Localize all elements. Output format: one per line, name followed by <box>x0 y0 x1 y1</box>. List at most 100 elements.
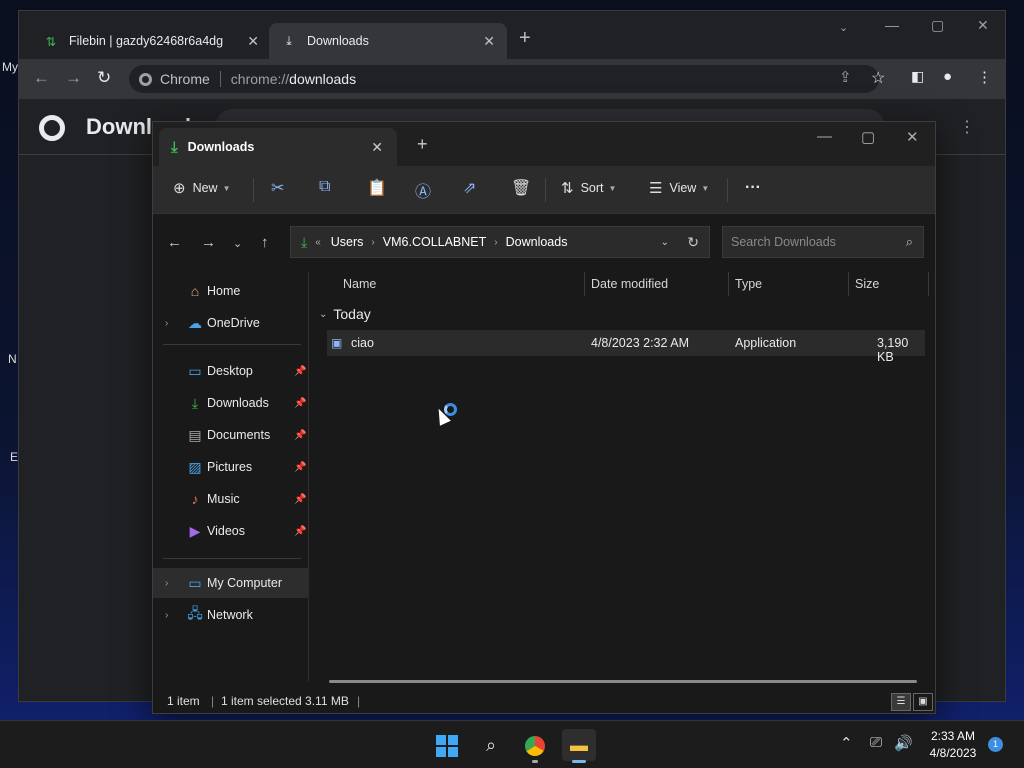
desktop-icon-label[interactable]: N <box>8 352 17 366</box>
rename-icon[interactable]: Ⓐ <box>415 178 431 202</box>
maximize-icon[interactable]: ▢ <box>861 128 875 146</box>
tiles-view-icon[interactable]: ▣ <box>913 693 933 711</box>
column-header-date[interactable]: Date modified <box>591 272 668 296</box>
group-header-today[interactable]: ⌄ Today <box>319 306 371 322</box>
nav-videos[interactable]: ▶ Videos 📌 <box>153 516 309 546</box>
menu-kebab-icon[interactable]: ⋮ <box>977 68 992 86</box>
view-button[interactable]: ☰ View ▼ <box>649 179 709 197</box>
explorer-tab-downloads[interactable]: ⤓ Downloads ✕ <box>159 128 397 166</box>
search-downloads-input[interactable]: Search Downloads ⌕ <box>722 226 924 258</box>
chrome-tab-downloads[interactable]: ⤓ Downloads ✕ <box>269 23 507 59</box>
close-window-icon[interactable]: ✕ <box>977 17 989 34</box>
column-header-type[interactable]: Type <box>735 272 762 296</box>
cut-icon[interactable]: ✂ <box>271 178 284 198</box>
more-actions-icon[interactable]: ⋮ <box>959 117 975 137</box>
column-divider[interactable] <box>928 272 929 296</box>
close-tab-icon[interactable]: ✕ <box>483 33 495 50</box>
nav-desktop[interactable]: ▭ Desktop 📌 <box>153 356 309 386</box>
clock-time: 2:33 AM <box>930 729 976 743</box>
breadcrumb-downloads[interactable]: Downloads <box>506 235 568 249</box>
back-icon[interactable]: ← <box>167 234 182 251</box>
cloud-icon: ☁ <box>188 314 202 331</box>
column-header-name[interactable]: Name <box>343 272 376 296</box>
expand-chevron-icon[interactable]: › <box>165 610 168 621</box>
delete-icon[interactable]: 🗑 <box>511 178 531 198</box>
breadcrumb-overflow[interactable]: « <box>315 237 321 248</box>
nav-my-computer[interactable]: › ▭ My Computer <box>153 568 309 598</box>
forward-icon[interactable]: → <box>65 68 82 88</box>
desktop-icon-label[interactable]: E <box>10 450 18 464</box>
start-button[interactable] <box>430 729 464 761</box>
close-tab-icon[interactable]: ✕ <box>371 139 383 156</box>
chevron-down-icon: ▼ <box>701 183 710 193</box>
file-explorer-taskbar-icon[interactable]: ▬ <box>562 729 596 763</box>
forward-icon[interactable]: → <box>201 234 216 251</box>
new-button[interactable]: ⊕ New ▼ <box>173 179 231 197</box>
nav-label: Music <box>207 492 240 506</box>
recent-locations-icon[interactable]: ⌄ <box>233 237 242 250</box>
breadcrumb-users[interactable]: Users <box>331 235 364 249</box>
profile-icon[interactable]: ● <box>943 68 952 85</box>
nav-downloads[interactable]: ⤓ Downloads 📌 <box>153 388 309 418</box>
close-window-icon[interactable]: ✕ <box>906 128 919 146</box>
nav-home[interactable]: ⌂ Home <box>153 276 309 306</box>
column-divider[interactable] <box>848 272 849 296</box>
column-divider[interactable] <box>584 272 585 296</box>
share-icon[interactable]: ⇪ <box>839 68 852 86</box>
address-row: ← → ⌄ ↑ ⤓ « Users › VM6.COLLABNET › Down… <box>153 214 935 272</box>
expand-chevron-icon[interactable]: › <box>165 578 168 589</box>
nav-pictures[interactable]: ▨ Pictures 📌 <box>153 452 309 482</box>
application-icon: ▣ <box>331 336 343 350</box>
bookmark-star-icon[interactable]: ☆ <box>871 68 885 88</box>
chrome-taskbar-icon[interactable] <box>518 729 552 763</box>
nav-music[interactable]: ♪ Music 📌 <box>153 484 309 514</box>
chevron-down-icon[interactable]: ⌄ <box>319 309 327 320</box>
refresh-icon[interactable]: ↻ <box>687 234 699 251</box>
up-icon[interactable]: ↑ <box>261 234 269 251</box>
paste-icon[interactable]: 📋 <box>367 178 387 198</box>
omnibox-divider <box>219 71 221 87</box>
reload-icon[interactable]: ↻ <box>97 68 111 88</box>
sort-button[interactable]: ⇅ Sort ▼ <box>561 179 616 197</box>
divider <box>163 558 301 559</box>
share-icon[interactable]: ⇗ <box>463 178 476 198</box>
breadcrumb-user[interactable]: VM6.COLLABNET <box>383 235 487 249</box>
back-icon[interactable]: ← <box>33 68 50 88</box>
column-divider[interactable] <box>728 272 729 296</box>
show-hidden-icons-chevron-up-icon[interactable]: ⌃ <box>840 734 853 752</box>
nav-network[interactable]: › 🖧 Network <box>153 600 309 630</box>
file-row[interactable]: ▣ ciao 4/8/2023 2:32 AM Application 3,19… <box>327 330 925 364</box>
chrome-tab-filebin[interactable]: ⇅ Filebin | gazdy62468r6a4dg ✕ <box>31 23 271 59</box>
chrome-tab-strip: ⇅ Filebin | gazdy62468r6a4dg ✕ ⤓ Downloa… <box>19 11 1005 59</box>
volume-icon[interactable]: 🔊 <box>894 734 913 752</box>
horizontal-scrollbar[interactable] <box>329 680 917 683</box>
close-tab-icon[interactable]: ✕ <box>247 33 259 50</box>
side-panel-icon[interactable]: ◧ <box>911 68 924 85</box>
clock[interactable]: 2:33 AM 4/8/2023 <box>918 728 988 762</box>
details-view-icon[interactable]: ☰ <box>891 693 911 711</box>
desktop-icon: ▭ <box>188 362 202 379</box>
copy-icon[interactable]: ⧉ <box>319 178 330 196</box>
expand-chevron-icon[interactable]: › <box>165 318 168 329</box>
chevron-right-icon[interactable]: › <box>494 237 497 248</box>
notification-badge[interactable]: 1 <box>988 737 1003 752</box>
network-icon: 🖧 <box>187 605 203 621</box>
nav-documents[interactable]: ▤ Documents 📌 <box>153 420 309 450</box>
address-bar[interactable]: ⤓ « Users › VM6.COLLABNET › Downloads ⌄ … <box>290 226 710 258</box>
search-icon[interactable]: ⌕ <box>474 729 508 761</box>
column-header-size[interactable]: Size <box>855 272 879 296</box>
chevron-right-icon[interactable]: › <box>371 237 374 248</box>
desktop-icon-label[interactable]: My <box>2 60 18 74</box>
new-tab-button[interactable]: + <box>519 27 531 50</box>
chevron-down-icon[interactable]: ⌄ <box>661 237 669 248</box>
minimize-icon[interactable]: — <box>817 128 832 145</box>
new-tab-button[interactable]: + <box>417 134 428 155</box>
network-status-icon[interactable]: ⎚ <box>870 734 882 751</box>
more-options-button[interactable]: ··· <box>745 179 761 197</box>
nav-onedrive[interactable]: › ☁ OneDrive <box>153 308 309 338</box>
minimize-icon[interactable]: — <box>885 17 899 33</box>
tab-search-icon[interactable]: ⌄ <box>839 21 848 34</box>
group-label: Today <box>333 306 371 322</box>
address-bar[interactable]: Chrome chrome:// downloads <box>129 65 879 93</box>
maximize-icon[interactable]: ▢ <box>931 17 944 34</box>
